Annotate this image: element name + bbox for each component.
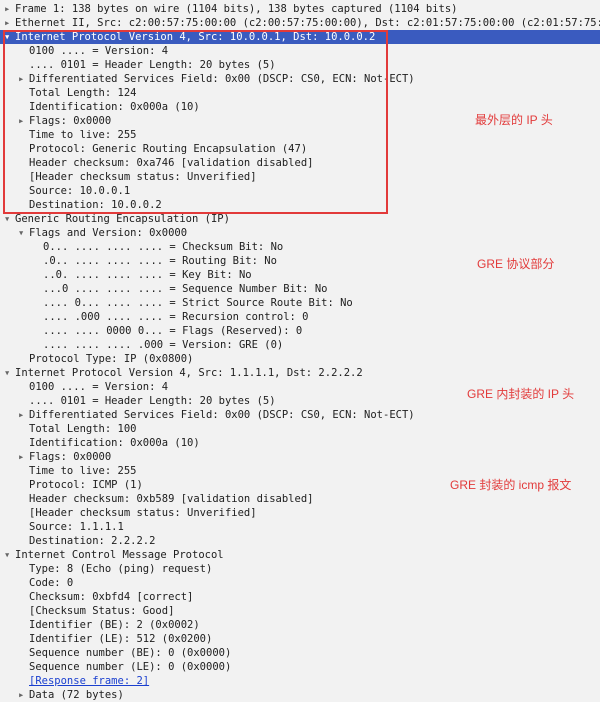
chevron-right-icon xyxy=(4,16,13,25)
frame-text: Frame 1: 138 bytes on wire (1104 bits), … xyxy=(15,3,458,15)
ip-outer-text: Internet Protocol Version 4, Src: 10.0.0… xyxy=(15,31,375,43)
frame-summary[interactable]: Frame 1: 138 bytes on wire (1104 bits), … xyxy=(0,2,600,16)
ip-outer-totlen[interactable]: Total Length: 124 xyxy=(0,86,600,100)
ip-inner-src[interactable]: Source: 1.1.1.1 xyxy=(0,520,600,534)
ip-outer-ttl[interactable]: Time to live: 255 xyxy=(0,128,600,142)
gre-key-bit[interactable]: ..0. .... .... .... = Key Bit: No xyxy=(0,268,600,282)
icmp-summary[interactable]: Internet Control Message Protocol xyxy=(0,548,600,562)
ip-inner-summary[interactable]: Internet Protocol Version 4, Src: 1.1.1.… xyxy=(0,366,600,380)
ip-inner-cksum[interactable]: Header checksum: 0xb589 [validation disa… xyxy=(0,492,600,506)
eth-text: Ethernet II, Src: c2:00:57:75:00:00 (c2:… xyxy=(15,17,600,29)
chevron-down-icon xyxy=(4,548,13,557)
ip-outer-cksum-stat[interactable]: [Header checksum status: Unverified] xyxy=(0,170,600,184)
gre-seq-bit[interactable]: ...0 .... .... .... = Sequence Number Bi… xyxy=(0,282,600,296)
chevron-right-icon xyxy=(18,450,27,459)
gre-ver[interactable]: .... .... .... .000 = Version: GRE (0) xyxy=(0,338,600,352)
icmp-data[interactable]: Data (72 bytes) xyxy=(0,688,600,702)
gre-summary[interactable]: Generic Routing Encapsulation (IP) xyxy=(0,212,600,226)
ip-inner-ident[interactable]: Identification: 0x000a (10) xyxy=(0,436,600,450)
chevron-down-icon xyxy=(4,212,13,221)
chevron-down-icon xyxy=(4,30,13,39)
chevron-right-icon xyxy=(18,114,27,123)
gre-cksum-bit[interactable]: 0... .... .... .... = Checksum Bit: No xyxy=(0,240,600,254)
chevron-right-icon xyxy=(4,2,13,11)
ip-inner-ttl[interactable]: Time to live: 255 xyxy=(0,464,600,478)
gre-ssr-bit[interactable]: .... 0... .... .... = Strict Source Rout… xyxy=(0,296,600,310)
ip-outer-dst[interactable]: Destination: 10.0.0.2 xyxy=(0,198,600,212)
ip-inner-totlen[interactable]: Total Length: 100 xyxy=(0,422,600,436)
ip-outer-src[interactable]: Source: 10.0.0.1 xyxy=(0,184,600,198)
icmp-type[interactable]: Type: 8 (Echo (ping) request) xyxy=(0,562,600,576)
gre-routing-bit[interactable]: .0.. .... .... .... = Routing Bit: No xyxy=(0,254,600,268)
ip-outer-summary[interactable]: Internet Protocol Version 4, Src: 10.0.0… xyxy=(0,30,600,44)
gre-ptype[interactable]: Protocol Type: IP (0x0800) xyxy=(0,352,600,366)
chevron-right-icon xyxy=(18,72,27,81)
ethernet-summary[interactable]: Ethernet II, Src: c2:00:57:75:00:00 (c2:… xyxy=(0,16,600,30)
icmp-seq-le[interactable]: Sequence number (LE): 0 (0x0000) xyxy=(0,660,600,674)
icmp-id-le[interactable]: Identifier (LE): 512 (0x0200) xyxy=(0,632,600,646)
ip-inner-hlen[interactable]: .... 0101 = Header Length: 20 bytes (5) xyxy=(0,394,600,408)
chevron-down-icon xyxy=(4,366,13,375)
icmp-response-link[interactable]: [Response frame: 2] xyxy=(0,674,600,688)
icmp-cksum-stat[interactable]: [Checksum Status: Good] xyxy=(0,604,600,618)
ip-inner-flags[interactable]: Flags: 0x0000 xyxy=(0,450,600,464)
gre-flagsver[interactable]: Flags and Version: 0x0000 xyxy=(0,226,600,240)
icmp-seq-be[interactable]: Sequence number (BE): 0 (0x0000) xyxy=(0,646,600,660)
ip-inner-dsfield[interactable]: Differentiated Services Field: 0x00 (DSC… xyxy=(0,408,600,422)
icmp-id-be[interactable]: Identifier (BE): 2 (0x0002) xyxy=(0,618,600,632)
ip-outer-hlen[interactable]: .... 0101 = Header Length: 20 bytes (5) xyxy=(0,58,600,72)
ip-inner-proto[interactable]: Protocol: ICMP (1) xyxy=(0,478,600,492)
ip-outer-proto[interactable]: Protocol: Generic Routing Encapsulation … xyxy=(0,142,600,156)
icmp-cksum[interactable]: Checksum: 0xbfd4 [correct] xyxy=(0,590,600,604)
ip-outer-flags[interactable]: Flags: 0x0000 xyxy=(0,114,600,128)
ip-outer-ident[interactable]: Identification: 0x000a (10) xyxy=(0,100,600,114)
ip-outer-cksum[interactable]: Header checksum: 0xa746 [validation disa… xyxy=(0,156,600,170)
chevron-right-icon xyxy=(18,408,27,417)
ip-inner-cksum-stat[interactable]: [Header checksum status: Unverified] xyxy=(0,506,600,520)
gre-flags-res[interactable]: .... .... 0000 0... = Flags (Reserved): … xyxy=(0,324,600,338)
chevron-right-icon xyxy=(18,688,27,697)
gre-recur[interactable]: .... .000 .... .... = Recursion control:… xyxy=(0,310,600,324)
chevron-down-icon xyxy=(18,226,27,235)
ip-inner-dst[interactable]: Destination: 2.2.2.2 xyxy=(0,534,600,548)
ip-outer-version[interactable]: 0100 .... = Version: 4 xyxy=(0,44,600,58)
icmp-code[interactable]: Code: 0 xyxy=(0,576,600,590)
ip-inner-version[interactable]: 0100 .... = Version: 4 xyxy=(0,380,600,394)
packet-tree: Frame 1: 138 bytes on wire (1104 bits), … xyxy=(0,0,600,702)
ip-outer-dsfield[interactable]: Differentiated Services Field: 0x00 (DSC… xyxy=(0,72,600,86)
